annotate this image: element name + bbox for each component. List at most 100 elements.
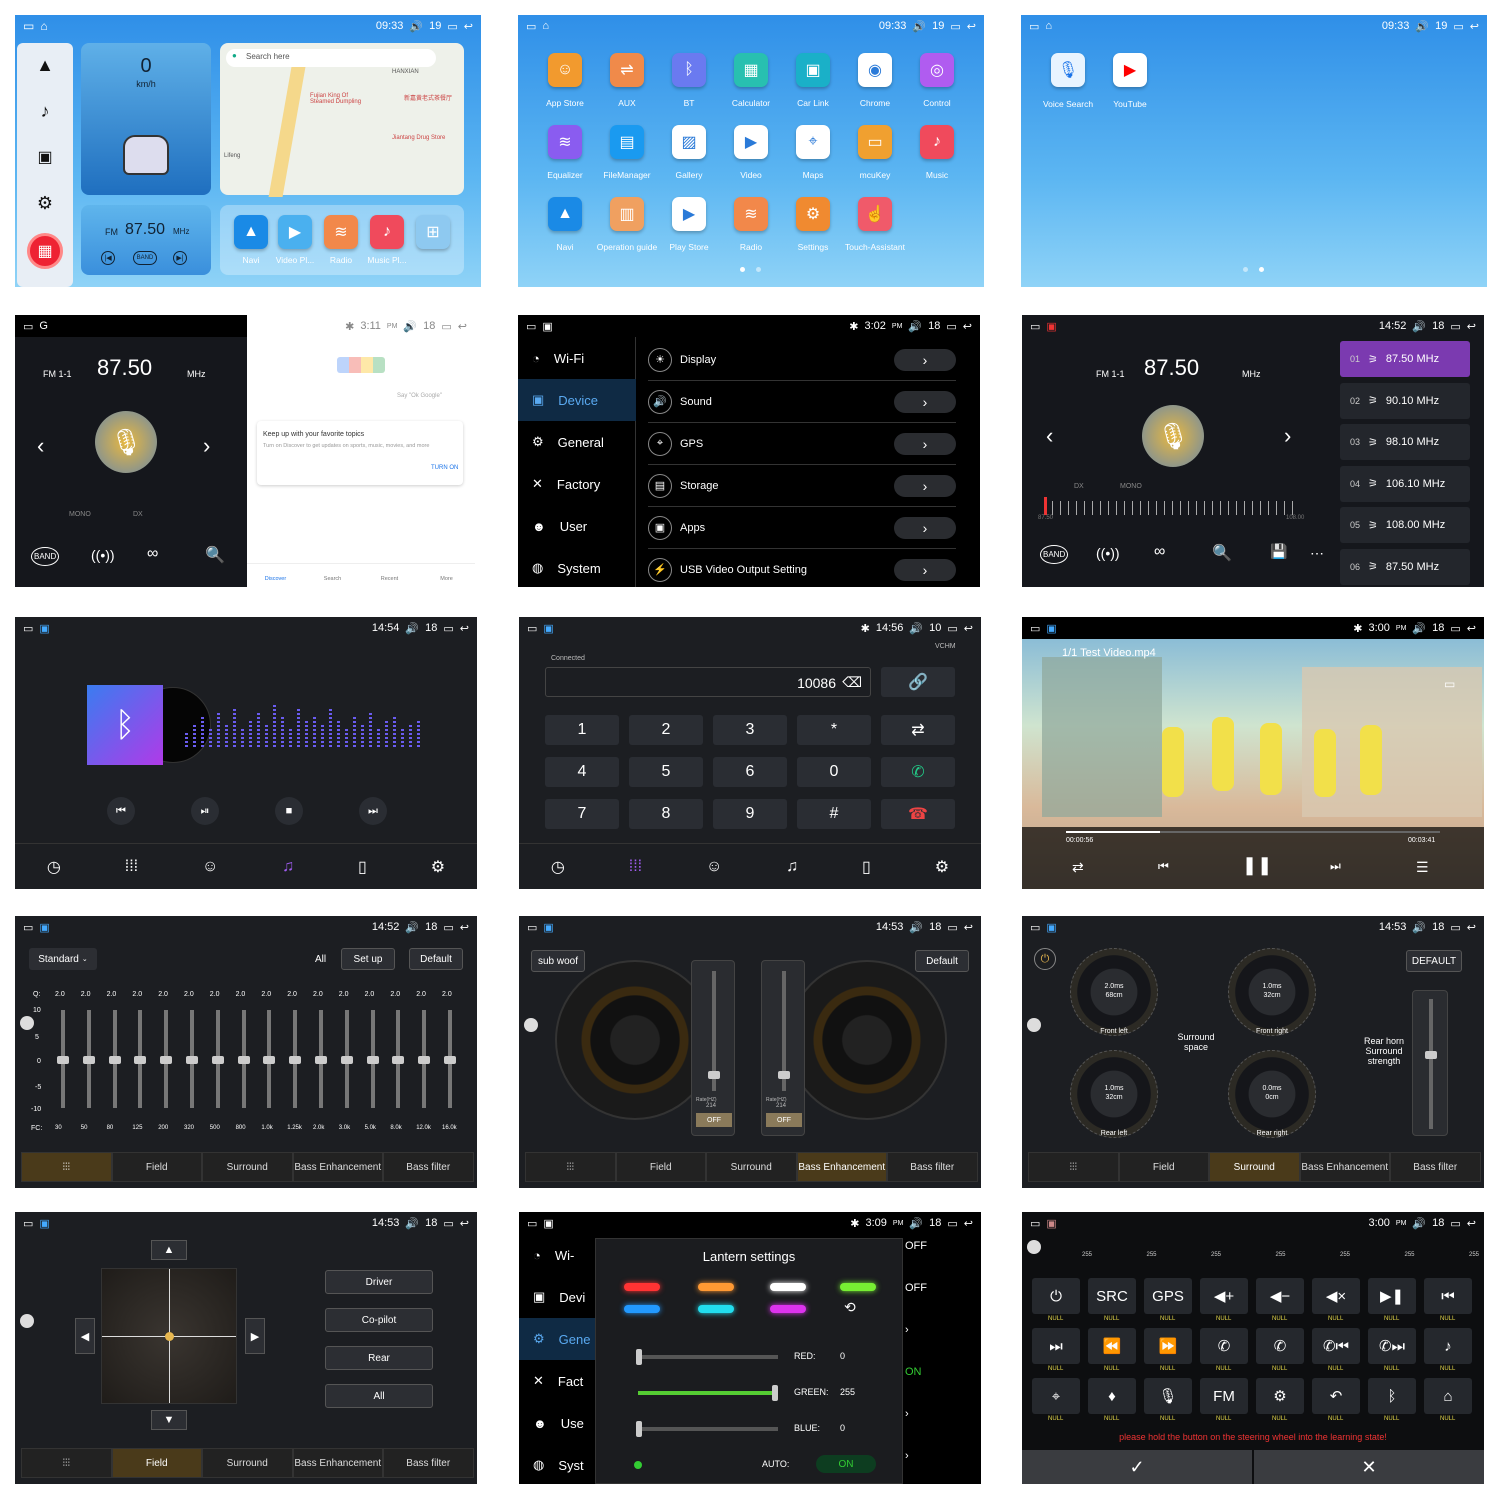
history-icon[interactable]: ◷ [551, 857, 565, 877]
window-icon[interactable]: ▭ [946, 320, 956, 333]
back-icon[interactable]: ↩ [964, 921, 973, 934]
car-link-icon[interactable]: ▣ [796, 53, 830, 87]
back-icon[interactable]: ↩ [1470, 20, 1479, 33]
history-icon[interactable]: ◷ [47, 857, 61, 877]
file-manager-icon[interactable]: ▤ [610, 125, 644, 159]
cancel-icon[interactable]: ✕ [1254, 1450, 1484, 1484]
prev-icon[interactable]: ⏮ [1424, 1278, 1472, 1314]
link-icon[interactable]: 🔗 [881, 667, 955, 697]
rate-slider-left[interactable]: Rate(HZ) 214 OFF [691, 960, 735, 1136]
window-icon[interactable]: ▭ [947, 1217, 957, 1230]
sidebar-item-user[interactable]: ☻ User [518, 505, 636, 547]
navigation-icon[interactable]: ▲ [31, 51, 59, 79]
save-icon[interactable]: 💾 [1270, 543, 1287, 560]
tab-surround[interactable]: Surround [202, 1448, 293, 1478]
window-icon[interactable]: ▭ [947, 921, 957, 934]
search-radio-icon[interactable]: 🔍 [205, 545, 225, 565]
power-icon[interactable]: ⏻ [1034, 948, 1056, 970]
settings-row-1[interactable]: 🔊 Sound › [648, 381, 956, 423]
tab-bass-filter[interactable]: Bass filter [383, 1448, 474, 1478]
home-icon[interactable]: ▭ [1030, 1217, 1040, 1230]
contacts-icon[interactable]: ☺ [706, 858, 722, 876]
delay-knob[interactable]: 2.0ms 68cm [1070, 948, 1158, 1036]
prev-track-icon[interactable]: ⏮ [107, 797, 135, 825]
window-icon[interactable]: ▭ [443, 622, 453, 635]
navi-icon[interactable]: ▲ [234, 215, 268, 249]
default-button[interactable]: Default [409, 948, 463, 970]
dial-key[interactable]: 4 [545, 757, 619, 787]
back-icon[interactable]: ↩ [1467, 320, 1476, 333]
eq-slider-knob[interactable] [340, 1056, 353, 1064]
sidebar-item-general[interactable]: ⚙ General [518, 421, 636, 463]
cabin-view[interactable] [101, 1268, 237, 1404]
play-store-icon[interactable]: ▶ [672, 197, 706, 231]
mute-icon[interactable]: ◀× [1312, 1278, 1360, 1314]
arrow-right-icon[interactable]: ▶ [245, 1318, 265, 1354]
bt-settings-icon[interactable]: ⚙ [935, 857, 949, 877]
tab-eq-icon[interactable]: ⫶⫶⫶ [21, 1448, 112, 1478]
next-track-icon[interactable]: ⏭ [359, 797, 387, 825]
stereo-icon[interactable]: ∞ [1154, 543, 1165, 561]
tab-bass-enhancement[interactable]: Bass Enhancement [292, 1152, 383, 1182]
tab-bass-enhancement[interactable]: Bass Enhancement [292, 1448, 383, 1478]
band-icon[interactable]: BAND [1040, 545, 1069, 564]
eq-slider-knob[interactable] [263, 1056, 276, 1064]
volume-up-icon[interactable]: ◀+ [1200, 1278, 1248, 1314]
dialpad-icon[interactable]: ⁞⁞⁞ [629, 858, 642, 876]
tab-surround[interactable]: Surround [1209, 1152, 1300, 1182]
next-station-icon[interactable]: › [1284, 423, 1291, 449]
listener-dot[interactable] [165, 1332, 174, 1341]
window-icon[interactable]: ▭ [441, 320, 451, 333]
dial-key[interactable]: 2 [629, 715, 703, 745]
back-icon[interactable]: ↩ [1467, 622, 1476, 635]
signal-icon[interactable]: ((•)) [91, 547, 115, 563]
nav-more[interactable]: More [418, 564, 475, 587]
eq-slider-knob[interactable] [289, 1056, 302, 1064]
tab-surround[interactable]: Surround [202, 1152, 293, 1182]
equalizer-icon[interactable]: ≋ [548, 125, 582, 159]
settings-icon[interactable]: ⚙ [1256, 1378, 1304, 1414]
backspace-icon[interactable]: ⌫ [842, 674, 862, 691]
settings-row-0[interactable]: ☀ Display › [648, 339, 956, 381]
apps-icon[interactable]: ▦ [27, 233, 63, 269]
delay-knob[interactable]: 0.0ms 0cm [1228, 1050, 1316, 1138]
eq-slider-knob[interactable] [108, 1056, 121, 1064]
home-icon[interactable]: ▭ [1030, 320, 1040, 333]
color-blue[interactable] [624, 1305, 660, 1313]
tab-bass-filter[interactable]: Bass filter [887, 1152, 978, 1182]
maps-icon[interactable]: ⌖ [796, 125, 830, 159]
preset-item[interactable]: 05 ⚞ 108.00 MHz [1340, 507, 1470, 543]
setting-value[interactable]: OFF [905, 1240, 927, 1252]
google-hint[interactable]: Say "Ok Google" [397, 393, 442, 399]
nav-search[interactable]: Search [304, 564, 361, 587]
color-red[interactable] [624, 1283, 660, 1291]
operation-guide-icon[interactable]: ▥ [610, 197, 644, 231]
auto-toggle[interactable]: ON [816, 1455, 876, 1473]
back-icon[interactable]: ↩ [963, 320, 972, 333]
speed-widget[interactable]: 0 km/h [81, 43, 211, 195]
off-toggle[interactable]: OFF [766, 1113, 802, 1127]
all-button[interactable]: All [315, 954, 326, 965]
color-magenta[interactable] [770, 1305, 806, 1313]
pause-icon[interactable]: ❚❚ [1242, 855, 1272, 876]
add-app-icon[interactable]: ⊞ [416, 215, 450, 249]
window-icon[interactable]: ▭ [1450, 921, 1460, 934]
discover-card[interactable]: Keep up with your favorite topics Turn o… [257, 421, 463, 485]
search-radio-icon[interactable]: 🔍 [1212, 543, 1232, 563]
driver-button[interactable]: Driver [325, 1270, 433, 1294]
mic-icon[interactable]: 🎙 [1144, 1378, 1192, 1414]
eq-slider-knob[interactable] [237, 1056, 250, 1064]
music-tab-icon[interactable]: ♫ [282, 858, 294, 876]
tab-eq-icon[interactable]: ⫶⫶⫶ [21, 1152, 112, 1182]
side-handle[interactable] [1027, 1018, 1041, 1032]
call-icon[interactable]: ✆ [881, 757, 955, 787]
back-icon[interactable]: ↩ [967, 20, 976, 33]
next-icon[interactable]: ▶| [173, 251, 187, 265]
home-icon[interactable]: ⌂ [1424, 1378, 1472, 1414]
home-icon[interactable]: ▭ [526, 320, 536, 333]
red-slider[interactable] [636, 1349, 778, 1365]
prev-station-icon[interactable]: ‹ [37, 433, 44, 459]
tab-bass-filter[interactable]: Bass filter [1390, 1152, 1481, 1182]
rear-horn-slider[interactable] [1412, 990, 1448, 1136]
tab-field[interactable]: Field [1118, 1152, 1209, 1182]
